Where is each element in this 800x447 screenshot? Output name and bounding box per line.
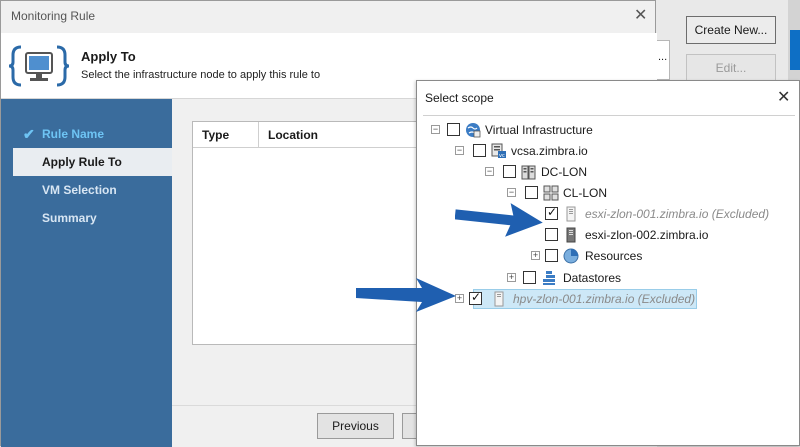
close-icon[interactable]: ✕ bbox=[634, 5, 647, 25]
checkbox[interactable] bbox=[523, 271, 536, 284]
tree-node-vcsa[interactable]: − vc vcsa.zimbra.io bbox=[455, 141, 735, 161]
create-new-button[interactable]: Create New... bbox=[686, 16, 776, 44]
page-title: Apply To bbox=[81, 49, 136, 64]
step-apply-rule-to[interactable]: Apply Rule To bbox=[13, 148, 172, 176]
previous-button[interactable]: Previous bbox=[317, 413, 394, 439]
dialog-title: Select scope bbox=[425, 91, 494, 105]
check-icon: ✓ bbox=[547, 205, 558, 219]
tree-node-label: Virtual Infrastructure bbox=[485, 123, 593, 137]
checkbox-checked[interactable]: ✓ bbox=[469, 290, 482, 305]
close-icon[interactable]: ✕ bbox=[777, 87, 790, 107]
host-icon bbox=[566, 227, 576, 243]
svg-text:vc: vc bbox=[499, 153, 505, 159]
collapse-icon[interactable]: − bbox=[507, 188, 516, 197]
tree-node-hpv-zlon-001[interactable]: + ✓ hpv-zlon-001.zimbra.io (Excluded) bbox=[455, 289, 695, 309]
checkbox[interactable] bbox=[473, 144, 486, 157]
host-icon bbox=[494, 291, 504, 307]
step-label: Summary bbox=[42, 211, 97, 225]
tree-node-esxi-zlon-001[interactable]: ✓ esxi-zlon-001.zimbra.io (Excluded) bbox=[545, 204, 795, 224]
checkbox[interactable] bbox=[447, 123, 460, 136]
tree-node-label: Datastores bbox=[563, 271, 622, 285]
step-summary[interactable]: Summary bbox=[13, 204, 172, 232]
tree-node-label: CL-LON bbox=[563, 186, 608, 200]
tree-node-label: vcsa.zimbra.io bbox=[511, 144, 588, 158]
expand-icon[interactable]: + bbox=[507, 273, 516, 282]
annotation-arrow-icon bbox=[455, 203, 543, 237]
resource-pool-icon bbox=[563, 248, 579, 264]
monitor-braces-icon bbox=[9, 45, 69, 87]
scope-tree[interactable]: − Virtual Infrastructure − vc vcsa.zimbr… bbox=[423, 115, 795, 445]
globe-icon bbox=[466, 123, 481, 138]
tree-node-resources[interactable]: + Resources bbox=[531, 246, 731, 266]
collapse-icon[interactable]: − bbox=[485, 167, 494, 176]
datacenter-icon bbox=[521, 165, 536, 180]
step-vm-selection[interactable]: VM Selection bbox=[13, 176, 172, 204]
vcenter-icon: vc bbox=[491, 143, 506, 159]
column-header-type[interactable]: Type bbox=[193, 122, 259, 148]
window-title: Monitoring Rule bbox=[11, 9, 96, 23]
checkbox[interactable] bbox=[503, 165, 516, 178]
datastores-icon bbox=[543, 271, 555, 285]
tree-node-esxi-zlon-002[interactable]: esxi-zlon-002.zimbra.io bbox=[545, 225, 795, 245]
checkbox[interactable] bbox=[545, 249, 558, 262]
tree-node-datastores[interactable]: + Datastores bbox=[507, 268, 707, 288]
checkbox-checked[interactable]: ✓ bbox=[545, 205, 558, 220]
check-icon: ✔ bbox=[23, 126, 35, 142]
tree-node-dc-lon[interactable]: − DC-LON bbox=[485, 162, 685, 182]
host-icon bbox=[566, 206, 576, 222]
tree-node-label: esxi-zlon-001.zimbra.io (Excluded) bbox=[585, 207, 770, 221]
page-subtitle: Select the infrastructure node to apply … bbox=[81, 69, 321, 81]
background-field: ... bbox=[656, 40, 670, 80]
check-icon: ✓ bbox=[471, 290, 482, 304]
wizard-steps: ✔ Rule Name Apply Rule To VM Selection S… bbox=[1, 99, 172, 447]
cluster-icon bbox=[543, 185, 559, 201]
tree-node-virtual-infrastructure[interactable]: − Virtual Infrastructure bbox=[431, 120, 731, 140]
tree-node-label: Resources bbox=[585, 249, 643, 263]
step-label: VM Selection bbox=[42, 183, 117, 197]
step-rule-name[interactable]: ✔ Rule Name bbox=[13, 120, 172, 148]
collapse-icon[interactable]: − bbox=[431, 125, 440, 134]
select-scope-dialog: Select scope ✕ − Virtual Infrastructure … bbox=[416, 80, 800, 446]
tree-node-label: hpv-zlon-001.zimbra.io (Excluded) bbox=[513, 292, 696, 306]
collapse-icon[interactable]: − bbox=[455, 146, 464, 155]
step-label: Rule Name bbox=[42, 127, 105, 141]
edit-button[interactable]: Edit... bbox=[686, 54, 776, 82]
checkbox[interactable] bbox=[525, 186, 538, 199]
checkbox[interactable] bbox=[545, 228, 558, 241]
tree-node-label: DC-LON bbox=[541, 165, 588, 179]
step-label: Apply Rule To bbox=[42, 155, 122, 169]
tree-node-label: esxi-zlon-002.zimbra.io bbox=[585, 228, 709, 242]
expand-icon[interactable]: + bbox=[531, 251, 540, 260]
annotation-arrow-icon bbox=[356, 278, 456, 312]
